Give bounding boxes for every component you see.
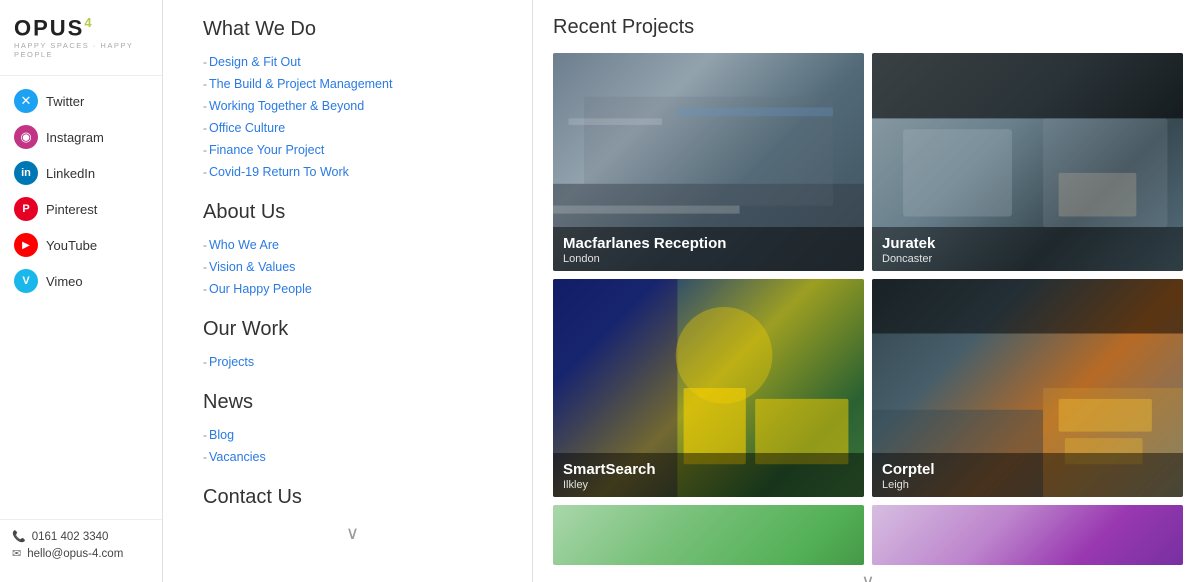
logo-tagline: HAPPY SPACES · HAPPY PEOPLE [14, 41, 148, 59]
email-row: ✉ hello@opus-4.com [12, 547, 150, 560]
pinterest-label: Pinterest [46, 202, 97, 217]
menu-projects[interactable]: -Projects [203, 351, 502, 373]
menu-build-project[interactable]: -The Build & Project Management [203, 73, 502, 95]
youtube-label: YouTube [46, 238, 97, 253]
project-macfarlanes[interactable]: Macfarlanes Reception London [553, 53, 864, 271]
what-we-do-heading: What We Do [203, 18, 502, 41]
phone-number: 0161 402 3340 [32, 531, 109, 543]
scroll-down-right[interactable]: ∨ [553, 565, 1183, 582]
social-linkedin[interactable]: in LinkedIn [10, 156, 152, 190]
social-twitter[interactable]: ✕ Twitter [10, 84, 152, 118]
contact-info: 📞 0161 402 3340 ✉ hello@opus-4.com [0, 519, 162, 574]
social-youtube[interactable]: ▶ YouTube [10, 228, 152, 262]
macfarlanes-name: Macfarlanes Reception [563, 235, 854, 253]
twitter-label: Twitter [46, 94, 84, 109]
email-address: hello@opus-4.com [27, 548, 123, 560]
project-juratek[interactable]: Juratek Doncaster [872, 53, 1183, 271]
menu-working-together[interactable]: -Working Together & Beyond [203, 95, 502, 117]
projects-grid: Macfarlanes Reception London Juratek Don… [553, 53, 1183, 565]
smartsearch-label: SmartSearch Ilkley [553, 453, 864, 497]
logo-text: OPUS [14, 15, 84, 40]
chevron-down-icon-right: ∨ [861, 571, 874, 582]
instagram-label: Instagram [46, 130, 104, 145]
social-pinterest[interactable]: P Pinterest [10, 192, 152, 226]
juratek-location: Doncaster [882, 253, 1173, 265]
project-bottom2[interactable] [872, 505, 1183, 565]
juratek-label: Juratek Doncaster [872, 227, 1183, 271]
menu-finance-project[interactable]: -Finance Your Project [203, 139, 502, 161]
phone-row: 📞 0161 402 3340 [12, 530, 150, 543]
social-vimeo[interactable]: V Vimeo [10, 264, 152, 298]
twitter-icon: ✕ [14, 89, 38, 113]
menu-office-culture[interactable]: -Office Culture [203, 117, 502, 139]
project-bottom1[interactable] [553, 505, 864, 565]
vimeo-label: Vimeo [46, 274, 83, 289]
macfarlanes-location: London [563, 253, 854, 265]
our-work-heading: Our Work [203, 318, 502, 341]
smartsearch-location: Ilkley [563, 479, 854, 491]
youtube-icon: ▶ [14, 233, 38, 257]
scroll-down-mid[interactable]: ∨ [203, 519, 502, 544]
menu-who-we-are[interactable]: -Who We Are [203, 234, 502, 256]
linkedin-label: LinkedIn [46, 166, 95, 181]
social-instagram[interactable]: ◉ Instagram [10, 120, 152, 154]
phone-icon: 📞 [12, 530, 26, 543]
logo-superscript: 4 [84, 15, 93, 30]
menu-blog[interactable]: -Blog [203, 424, 502, 446]
middle-column: What We Do -Design & Fit Out -The Build … [163, 0, 533, 582]
pinterest-icon: P [14, 197, 38, 221]
about-us-heading: About Us [203, 201, 502, 224]
corptel-location: Leigh [882, 479, 1173, 491]
bottom2-bg [872, 505, 1183, 565]
juratek-name: Juratek [882, 235, 1173, 253]
email-icon: ✉ [12, 547, 21, 560]
instagram-icon: ◉ [14, 125, 38, 149]
logo-area: OPUS4 HAPPY SPACES · HAPPY PEOPLE [0, 8, 162, 76]
recent-projects-heading: Recent Projects [553, 16, 1183, 39]
right-column: Recent Projects Macfarlanes Reception Lo… [533, 0, 1199, 582]
sidebar: OPUS4 HAPPY SPACES · HAPPY PEOPLE ✕ Twit… [0, 0, 163, 582]
corptel-label: Corptel Leigh [872, 453, 1183, 497]
vimeo-icon: V [14, 269, 38, 293]
macfarlanes-label: Macfarlanes Reception London [553, 227, 864, 271]
logo: OPUS4 [14, 16, 148, 39]
project-corptel[interactable]: Corptel Leigh [872, 279, 1183, 497]
chevron-down-icon: ∨ [346, 523, 359, 544]
menu-covid-return[interactable]: -Covid-19 Return To Work [203, 161, 502, 183]
menu-design-fit-out[interactable]: -Design & Fit Out [203, 51, 502, 73]
menu-vacancies[interactable]: -Vacancies [203, 446, 502, 468]
corptel-name: Corptel [882, 461, 1173, 479]
news-heading: News [203, 391, 502, 414]
menu-vision-values[interactable]: -Vision & Values [203, 256, 502, 278]
bottom1-bg [553, 505, 864, 565]
smartsearch-name: SmartSearch [563, 461, 854, 479]
menu-happy-people[interactable]: -Our Happy People [203, 278, 502, 300]
social-links: ✕ Twitter ◉ Instagram in LinkedIn P Pint… [0, 84, 162, 519]
linkedin-icon: in [14, 161, 38, 185]
contact-us-heading: Contact Us [203, 486, 502, 509]
project-smartsearch[interactable]: SmartSearch Ilkley [553, 279, 864, 497]
